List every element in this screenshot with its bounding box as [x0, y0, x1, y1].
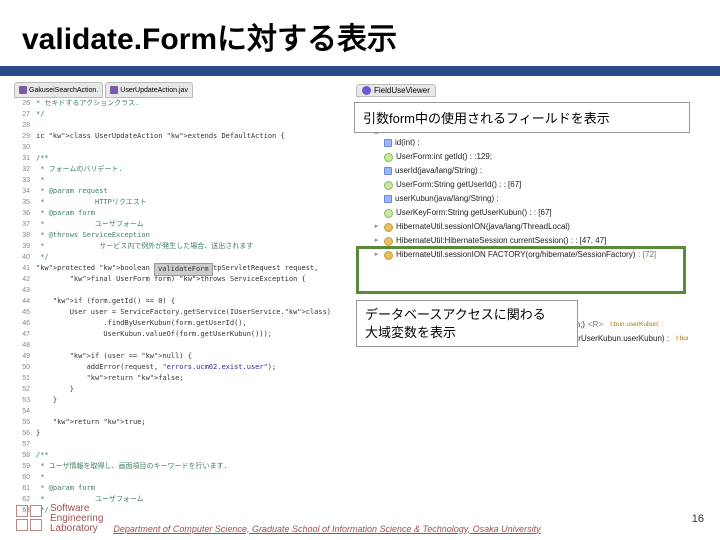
- editor-tabs: GakuseiSearchAction. UserUpdateAction.ja…: [14, 82, 350, 98]
- logo-mark-icon: [16, 505, 44, 533]
- member-icon: [384, 153, 393, 162]
- code-editor-pane: GakuseiSearchAction. UserUpdateAction.ja…: [14, 82, 350, 482]
- code-body[interactable]: * セキドするアクションクラス. */ ic "kw">class UserUp…: [36, 98, 350, 482]
- class-icon: [384, 223, 393, 232]
- lab-logo: Software Engineering Laboratory: [16, 504, 103, 534]
- footer-caption: Department of Computer Science, Graduate…: [113, 524, 540, 534]
- highlighted-method: validateForm: [154, 263, 213, 276]
- tab-userupdate[interactable]: UserUpdateAction.jav: [105, 82, 193, 98]
- java-file-icon: [19, 86, 27, 94]
- tree-item[interactable]: UserKeyForm:String getUserKubun() : : [6…: [360, 206, 688, 220]
- member-icon: [384, 209, 393, 218]
- callout-db-access: データベースアクセスに関わる 大域変数を表示: [356, 300, 578, 347]
- java-file-icon: [110, 86, 118, 94]
- footer: Software Engineering Laboratory Departme…: [0, 504, 720, 534]
- content-area: GakuseiSearchAction. UserUpdateAction.ja…: [0, 82, 720, 482]
- tree-item-db[interactable]: ▸HibernateUtil.sessionION(java/lang/Thre…: [360, 220, 688, 234]
- callout-line2: 大域変数を表示: [365, 324, 569, 342]
- line-number-gutter: 2627282930313233343536373839404142434445…: [14, 98, 34, 482]
- footer-divider: Department of Computer Science, Graduate…: [113, 519, 669, 520]
- field-viewer-pane: FieldUseViewer 引数form中の使用されるフィールドを表示 ▸fo…: [356, 82, 692, 482]
- member-icon: [384, 195, 392, 203]
- member-icon: [384, 167, 392, 175]
- tab-label: UserUpdateAction.jav: [120, 87, 188, 94]
- tab-gakusei[interactable]: GakuseiSearchAction.: [14, 82, 103, 98]
- tree-item[interactable]: UserForm:String getUserId() : : [67]: [360, 178, 688, 192]
- dot-icon: [362, 86, 371, 95]
- logo-text: Software Engineering Laboratory: [50, 504, 103, 534]
- tab-fieldviewer[interactable]: FieldUseViewer: [356, 84, 436, 97]
- slide-title: validate.Formに対する表示: [0, 0, 720, 66]
- tree-item[interactable]: userId(java/lang/String) :: [360, 164, 688, 178]
- highlight-box-db: [356, 246, 686, 294]
- member-icon: [384, 181, 393, 190]
- page-number: 16: [692, 513, 704, 525]
- callout-line1: データベースアクセスに関わる: [365, 306, 569, 324]
- title-underline: [0, 66, 720, 76]
- tree-item[interactable]: id(int) :: [360, 136, 688, 150]
- tree-item[interactable]: userKubun(java/lang/String) :: [360, 192, 688, 206]
- callout-form-fields: 引数form中の使用されるフィールドを表示: [354, 102, 690, 133]
- brand-line: Laboratory: [50, 524, 103, 534]
- tab-label: FieldUseViewer: [374, 86, 430, 95]
- tree-item[interactable]: UserForm:int getId() : :129;: [360, 150, 688, 164]
- member-icon: [384, 139, 392, 147]
- class-icon: [384, 237, 393, 246]
- tab-label: GakuseiSearchAction.: [29, 87, 98, 94]
